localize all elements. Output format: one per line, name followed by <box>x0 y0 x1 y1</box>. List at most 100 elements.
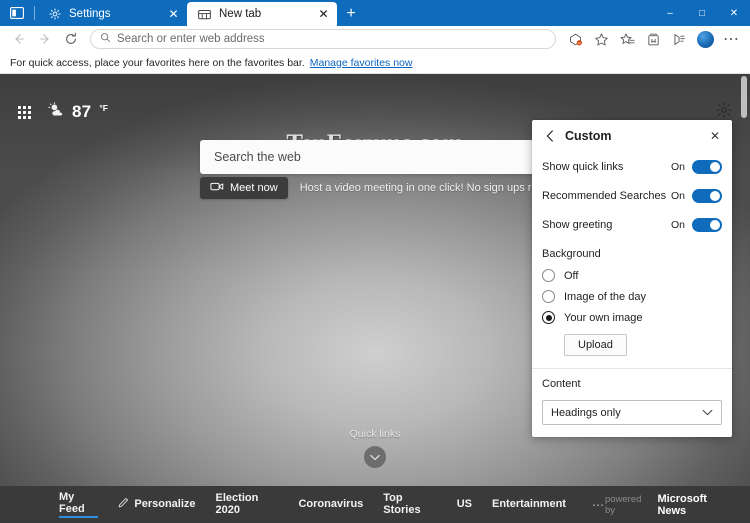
sun-cloud-icon <box>47 101 65 123</box>
news-item-label: My Feed <box>59 491 85 515</box>
back-button[interactable] <box>6 27 32 51</box>
tab-title: New tab <box>219 8 262 20</box>
upload-wrap: Upload <box>532 328 732 368</box>
collections-icon[interactable] <box>640 27 666 51</box>
address-bar[interactable]: Search or enter web address <box>90 29 556 49</box>
minimize-button[interactable]: – <box>654 0 686 26</box>
window-controls: – □ ✕ <box>654 0 750 26</box>
setting-label: Recommended Searches <box>542 189 667 202</box>
background-section-title: Background <box>542 248 601 260</box>
scrollbar-thumb[interactable] <box>741 76 747 118</box>
toggle-show-quick-links[interactable] <box>692 159 722 174</box>
favorites-bar: For quick access, place your favorites h… <box>0 52 750 74</box>
browser-window: Settings ✕ New tab ✕ + – □ ✕ Search or e… <box>0 0 750 523</box>
setting-state: On <box>670 160 685 173</box>
meet-now-row: Meet now Host a video meeting in one cli… <box>200 177 571 199</box>
news-item-election-2020[interactable]: Election 2020 <box>216 492 279 518</box>
settings-more-icon[interactable]: ⋯ <box>718 27 744 51</box>
radio-image-of-the-day[interactable] <box>542 290 555 303</box>
news-branding: powered by Microsoft News <box>605 493 736 517</box>
news-item-label: Coronavirus <box>298 497 364 510</box>
news-item-label: US <box>456 497 472 510</box>
browser-toolbar: Search or enter web address % ⋯ <box>0 26 750 52</box>
tab-divider <box>34 6 35 20</box>
tab-settings[interactable]: Settings ✕ <box>37 2 187 26</box>
avatar <box>696 30 714 48</box>
meet-now-button[interactable]: Meet now <box>200 177 288 199</box>
profile-avatar-icon[interactable] <box>692 27 718 51</box>
news-item-coronavirus[interactable]: Coronavirus <box>298 498 363 512</box>
page-scrollbar[interactable] <box>738 74 750 523</box>
quick-links-expand-button[interactable] <box>364 446 386 468</box>
forward-button[interactable] <box>32 27 58 51</box>
tab-close-button[interactable]: ✕ <box>316 7 331 22</box>
video-camera-icon <box>210 181 224 195</box>
radio-off[interactable] <box>542 269 555 282</box>
search-icon <box>100 32 111 46</box>
radio-row-image-of-the-day[interactable]: Image of the day <box>532 286 732 307</box>
chevron-down-icon <box>702 407 713 419</box>
setting-row-show-quick-links[interactable]: Show quick links On <box>532 152 732 181</box>
meet-now-caption: Host a video meeting in one click! No si… <box>299 182 572 194</box>
news-item-my-feed[interactable]: My Feed <box>59 491 99 518</box>
radio-your-own-image[interactable] <box>542 311 555 324</box>
quick-links-label: Quick links <box>349 428 401 440</box>
page-header-left: 87 °F <box>18 101 108 123</box>
news-item-label: Personalize <box>134 497 196 510</box>
waffle-grid-icon[interactable] <box>18 105 31 119</box>
weather-unit: °F <box>99 103 108 113</box>
close-window-button[interactable]: ✕ <box>718 0 750 26</box>
gear-icon <box>47 7 62 22</box>
toggle-show-greeting[interactable] <box>692 217 722 232</box>
tab-close-button[interactable]: ✕ <box>166 7 181 22</box>
refresh-button[interactable] <box>58 27 84 51</box>
web-search-input[interactable]: Search the web <box>214 150 301 164</box>
toolbar-actions: % ⋯ <box>562 27 744 51</box>
radio-row-your-own-image[interactable]: Your own image <box>532 307 732 328</box>
news-item-top-stories[interactable]: Top Stories <box>383 492 436 518</box>
favorites-bar-message: For quick access, place your favorites h… <box>10 56 305 69</box>
setting-row-show-greeting[interactable]: Show greeting On <box>532 210 732 239</box>
newtab-icon <box>197 7 212 22</box>
weather-temperature: 87 <box>72 102 92 121</box>
toggle-recommended-searches[interactable] <box>692 188 722 203</box>
tab-search-button[interactable] <box>0 0 34 26</box>
maximize-button[interactable]: □ <box>686 0 718 26</box>
tab-new-tab[interactable]: New tab ✕ <box>187 2 337 26</box>
news-nav: My Feed Personalize Election 2020 Corona… <box>59 491 605 518</box>
manage-favorites-link[interactable]: Manage favorites now <box>310 57 413 69</box>
panel-close-button[interactable]: ✕ <box>706 127 724 145</box>
setting-label: Show quick links <box>542 160 624 173</box>
radio-label: Image of the day <box>564 290 646 303</box>
news-item-entertainment[interactable]: Entertainment <box>492 498 566 512</box>
panel-back-button[interactable] <box>542 128 558 144</box>
radio-row-off[interactable]: Off <box>532 265 732 286</box>
content-select[interactable]: Headings only <box>542 400 722 425</box>
read-aloud-icon[interactable] <box>666 27 692 51</box>
radio-label: Off <box>564 269 579 282</box>
svg-text:%: % <box>577 41 581 45</box>
setting-state: On <box>670 218 685 231</box>
new-tab-button[interactable]: + <box>337 2 365 26</box>
panel-header: Custom ✕ <box>532 120 732 152</box>
setting-row-recommended-searches[interactable]: Recommended Searches On <box>532 181 732 210</box>
meet-now-label: Meet now <box>230 182 278 194</box>
news-item-personalize[interactable]: Personalize <box>118 497 196 513</box>
web-search-box[interactable]: Search the web <box>200 140 580 174</box>
address-input[interactable]: Search or enter web address <box>117 33 546 45</box>
news-bar: My Feed Personalize Election 2020 Corona… <box>0 486 750 523</box>
favorites-list-icon[interactable] <box>614 27 640 51</box>
shopping-coupon-icon[interactable]: % <box>562 27 588 51</box>
pencil-icon <box>118 497 129 511</box>
favorite-star-icon[interactable] <box>588 27 614 51</box>
title-bar: Settings ✕ New tab ✕ + – □ ✕ <box>0 0 750 26</box>
content-section-title: Content <box>542 378 581 390</box>
upload-button[interactable]: Upload <box>564 334 627 356</box>
custom-settings-panel: Custom ✕ Show quick links On Recommended… <box>532 120 732 437</box>
news-more-button[interactable]: ⋯ <box>592 498 605 512</box>
weather-widget[interactable]: 87 °F <box>47 101 108 123</box>
news-item-label: Election 2020 <box>215 491 259 516</box>
microsoft-news-label: Microsoft News <box>657 492 707 517</box>
new-tab-page: 87 °F TenForums.com Search the web <box>0 74 750 523</box>
news-item-us[interactable]: US <box>457 498 472 512</box>
